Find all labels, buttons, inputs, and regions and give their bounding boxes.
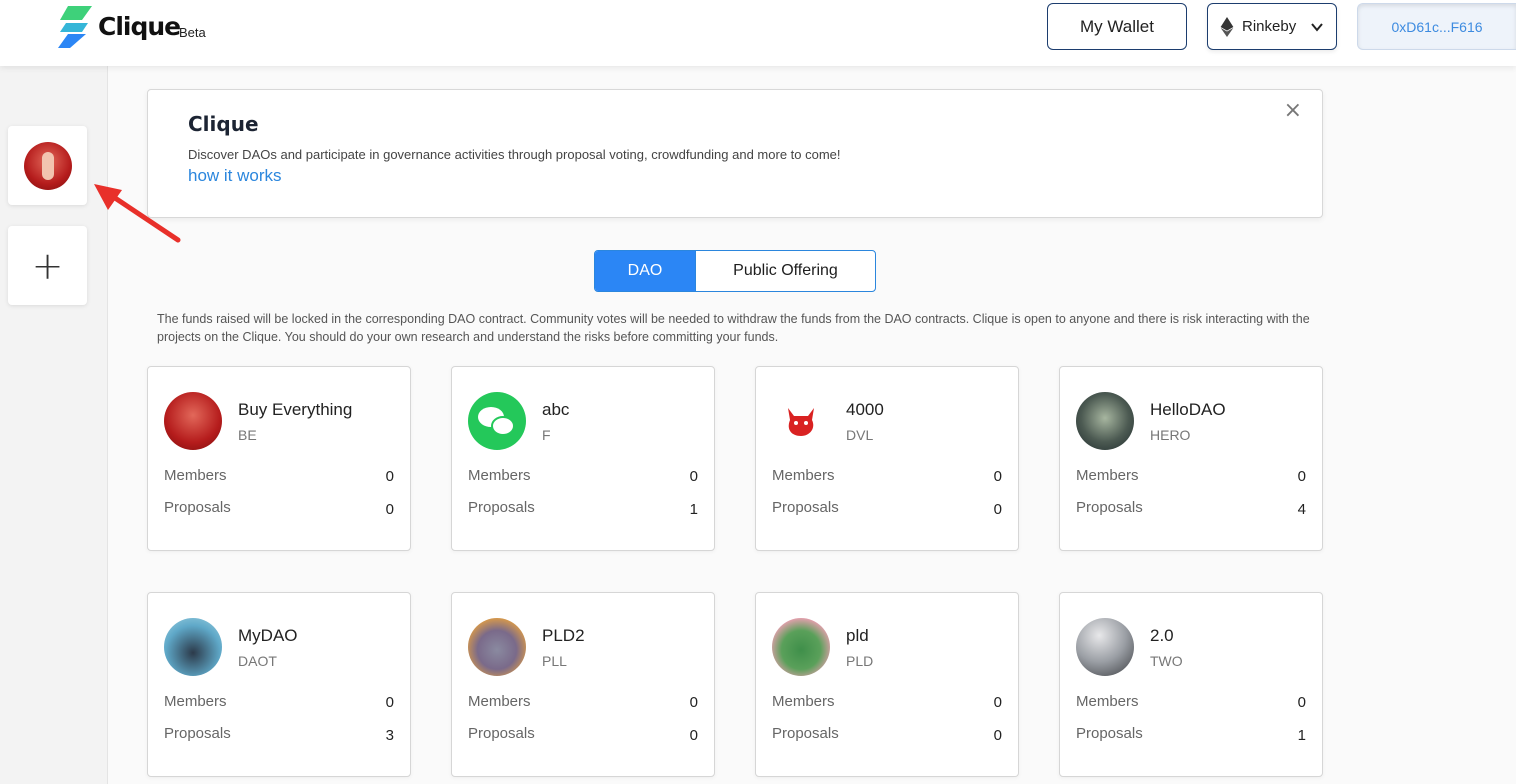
proposals-label: Proposals [164, 499, 231, 516]
proposals-label: Proposals [468, 725, 535, 742]
dao-avatar [468, 618, 526, 676]
dao-card[interactable]: Buy Everything BE Members 0 Proposals 0 [147, 366, 411, 551]
beta-badge: Beta [179, 25, 206, 40]
dao-symbol: PLL [542, 653, 567, 669]
dao-card[interactable]: MyDAO DAOT Members 0 Proposals 3 [147, 592, 411, 777]
proposals-label: Proposals [772, 499, 839, 516]
dao-name: HelloDAO [1150, 400, 1226, 419]
members-count: 0 [689, 468, 698, 485]
members-label: Members [164, 693, 227, 710]
dao-card[interactable]: HelloDAO HERO Members 0 Proposals 4 [1059, 366, 1323, 551]
add-dao-button[interactable]: + [8, 226, 87, 305]
banner-title: Clique [188, 112, 259, 136]
plus-icon: + [31, 243, 64, 288]
tab-public-offering[interactable]: Public Offering [695, 251, 875, 291]
members-count: 0 [385, 694, 394, 711]
members-label: Members [164, 467, 227, 484]
my-wallet-button[interactable]: My Wallet [1047, 3, 1187, 50]
clique-logo-icon [58, 6, 92, 48]
proposals-label: Proposals [772, 725, 839, 742]
view-tabs: DAO Public Offering [594, 250, 876, 292]
chat-bubbles-icon [478, 407, 515, 436]
dao-name: abc [542, 400, 570, 419]
proposals-count: 0 [385, 501, 394, 518]
members-count: 0 [385, 468, 394, 485]
dao-avatar [164, 618, 222, 676]
members-label: Members [468, 467, 531, 484]
members-label: Members [1076, 693, 1139, 710]
dao-symbol: PLD [846, 653, 874, 669]
chevron-down-icon [1311, 23, 1323, 32]
dao-avatar [1076, 392, 1134, 450]
proposals-label: Proposals [1076, 725, 1143, 742]
dao-name: MyDAO [238, 626, 298, 645]
network-selector[interactable]: Rinkeby [1207, 3, 1337, 50]
intro-banner: Clique Discover DAOs and participate in … [147, 89, 1323, 218]
devil-icon [788, 408, 814, 436]
members-label: Members [468, 693, 531, 710]
members-count: 0 [993, 694, 1002, 711]
clique-logo[interactable]: Clique Beta [58, 6, 218, 48]
proposals-count: 0 [689, 727, 698, 744]
dao-name: 2.0 [1150, 626, 1174, 645]
dao-symbol: DVL [846, 427, 874, 443]
dao-symbol: HERO [1150, 427, 1191, 443]
proposals-label: Proposals [164, 725, 231, 742]
members-label: Members [772, 693, 835, 710]
how-it-works-link[interactable]: how it works [188, 166, 282, 186]
logo-text: Clique [98, 12, 181, 41]
dao-avatar [23, 141, 72, 190]
proposals-label: Proposals [1076, 499, 1143, 516]
dao-avatar [772, 618, 830, 676]
dao-avatar [1076, 618, 1134, 676]
proposals-count: 1 [1297, 727, 1306, 744]
proposals-count: 4 [1297, 501, 1306, 518]
top-header: Clique Beta My Wallet Rinkeby 0xD61c...F… [0, 0, 1516, 66]
risk-disclaimer: The funds raised will be locked in the c… [157, 312, 1310, 344]
members-label: Members [772, 467, 835, 484]
dao-name: pld [846, 626, 869, 645]
close-icon[interactable]: × [1284, 98, 1302, 123]
ethereum-icon [1220, 16, 1234, 37]
members-label: Members [1076, 467, 1139, 484]
dao-card[interactable]: 2.0 TWO Members 0 Proposals 1 [1059, 592, 1323, 777]
dao-symbol: F [542, 427, 551, 443]
sidebar-dao-buy-everything[interactable] [8, 126, 87, 205]
proposals-count: 1 [689, 501, 698, 518]
proposals-label: Proposals [468, 499, 535, 516]
dao-card[interactable]: 4000 DVL Members 0 Proposals 0 [755, 366, 1019, 551]
dao-card[interactable]: PLD2 PLL Members 0 Proposals 0 [451, 592, 715, 777]
members-count: 0 [1297, 468, 1306, 485]
dao-name: Buy Everything [238, 400, 353, 419]
dao-avatar [468, 392, 526, 450]
tab-dao[interactable]: DAO [595, 251, 695, 291]
wallet-address-button[interactable]: 0xD61c...F616 [1357, 3, 1516, 50]
banner-description: Discover DAOs and participate in governa… [188, 147, 841, 162]
dao-symbol: TWO [1150, 653, 1183, 669]
network-label: Rinkeby [1242, 18, 1297, 35]
proposals-count: 3 [385, 727, 394, 744]
dao-avatar [772, 392, 830, 450]
left-sidebar: + [0, 66, 108, 784]
dao-name: 4000 [846, 400, 884, 419]
dao-name: PLD2 [542, 626, 585, 645]
members-count: 0 [993, 468, 1002, 485]
members-count: 0 [1297, 694, 1306, 711]
dao-symbol: BE [238, 427, 257, 443]
dao-avatar [164, 392, 222, 450]
dao-card[interactable]: pld PLD Members 0 Proposals 0 [755, 592, 1019, 777]
members-count: 0 [689, 694, 698, 711]
dao-symbol: DAOT [238, 653, 277, 669]
red-arrow-annotation [94, 184, 181, 243]
proposals-count: 0 [993, 501, 1002, 518]
proposals-count: 0 [993, 727, 1002, 744]
dao-card[interactable]: abc F Members 0 Proposals 1 [451, 366, 715, 551]
